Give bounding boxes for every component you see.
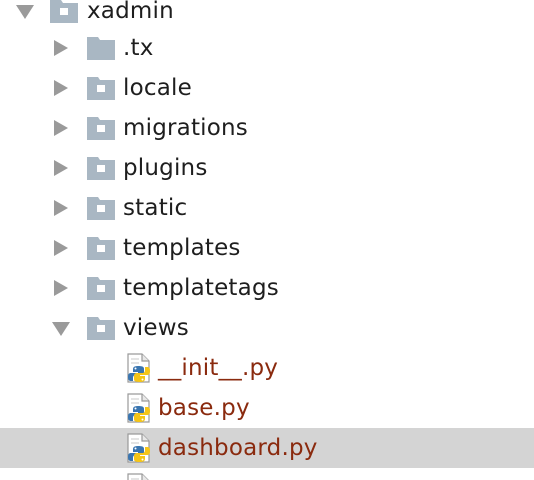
tree-row-init-py[interactable]: __init__.py (0, 348, 534, 388)
tree-row-partial[interactable] (0, 468, 534, 480)
package-folder-icon (87, 276, 115, 300)
tree-row-label: base.py (158, 395, 250, 421)
tree-row-label: __init__.py (158, 355, 279, 381)
package-folder-icon (87, 76, 115, 100)
expand-arrow-right-icon[interactable] (52, 40, 70, 56)
tree-row-label: plugins (123, 155, 208, 181)
package-folder-icon (50, 0, 78, 23)
tree-row-migrations[interactable]: migrations (0, 108, 534, 148)
package-folder-icon (87, 316, 115, 340)
tree-row-templates[interactable]: templates (0, 228, 534, 268)
tree-row-tx[interactable]: .tx (0, 28, 534, 68)
python-file-icon (126, 393, 152, 423)
tree-row-label: templates (123, 235, 241, 261)
tree-row-locale[interactable]: locale (0, 68, 534, 108)
tree-row-views[interactable]: views (0, 308, 534, 348)
expand-arrow-down-icon[interactable] (52, 320, 70, 336)
folder-icon (87, 36, 115, 60)
expand-arrow-right-icon[interactable] (52, 240, 70, 256)
expand-arrow-right-icon[interactable] (52, 280, 70, 296)
tree-row-label: xadmin (87, 0, 174, 24)
tree-row-label: locale (123, 75, 192, 101)
tree-row-label: dashboard.py (158, 435, 318, 461)
expand-arrow-right-icon[interactable] (52, 120, 70, 136)
package-folder-icon (87, 236, 115, 260)
package-folder-icon (87, 156, 115, 180)
tree-row-base-py[interactable]: base.py (0, 388, 534, 428)
tree-row-label: .tx (123, 35, 154, 61)
expand-arrow-right-icon[interactable] (52, 200, 70, 216)
tree-row-label: static (123, 195, 188, 221)
python-file-icon (126, 433, 152, 463)
tree-row-static[interactable]: static (0, 188, 534, 228)
tree-row-dashboard-py[interactable]: dashboard.py (0, 428, 534, 468)
python-file-icon (126, 473, 152, 480)
tree-row-xadmin[interactable]: xadmin (0, 0, 534, 31)
project-tree: xadmin .tx locale migrations plugins sta… (0, 0, 534, 480)
tree-row-label: templatetags (123, 275, 279, 301)
python-file-icon (126, 353, 152, 383)
tree-row-templatetags[interactable]: templatetags (0, 268, 534, 308)
expand-arrow-right-icon[interactable] (52, 80, 70, 96)
expand-arrow-down-icon[interactable] (16, 3, 34, 19)
package-folder-icon (87, 196, 115, 220)
package-folder-icon (87, 116, 115, 140)
tree-row-label: migrations (123, 115, 248, 141)
tree-row-label: views (123, 315, 189, 341)
expand-arrow-right-icon[interactable] (52, 160, 70, 176)
tree-row-plugins[interactable]: plugins (0, 148, 534, 188)
